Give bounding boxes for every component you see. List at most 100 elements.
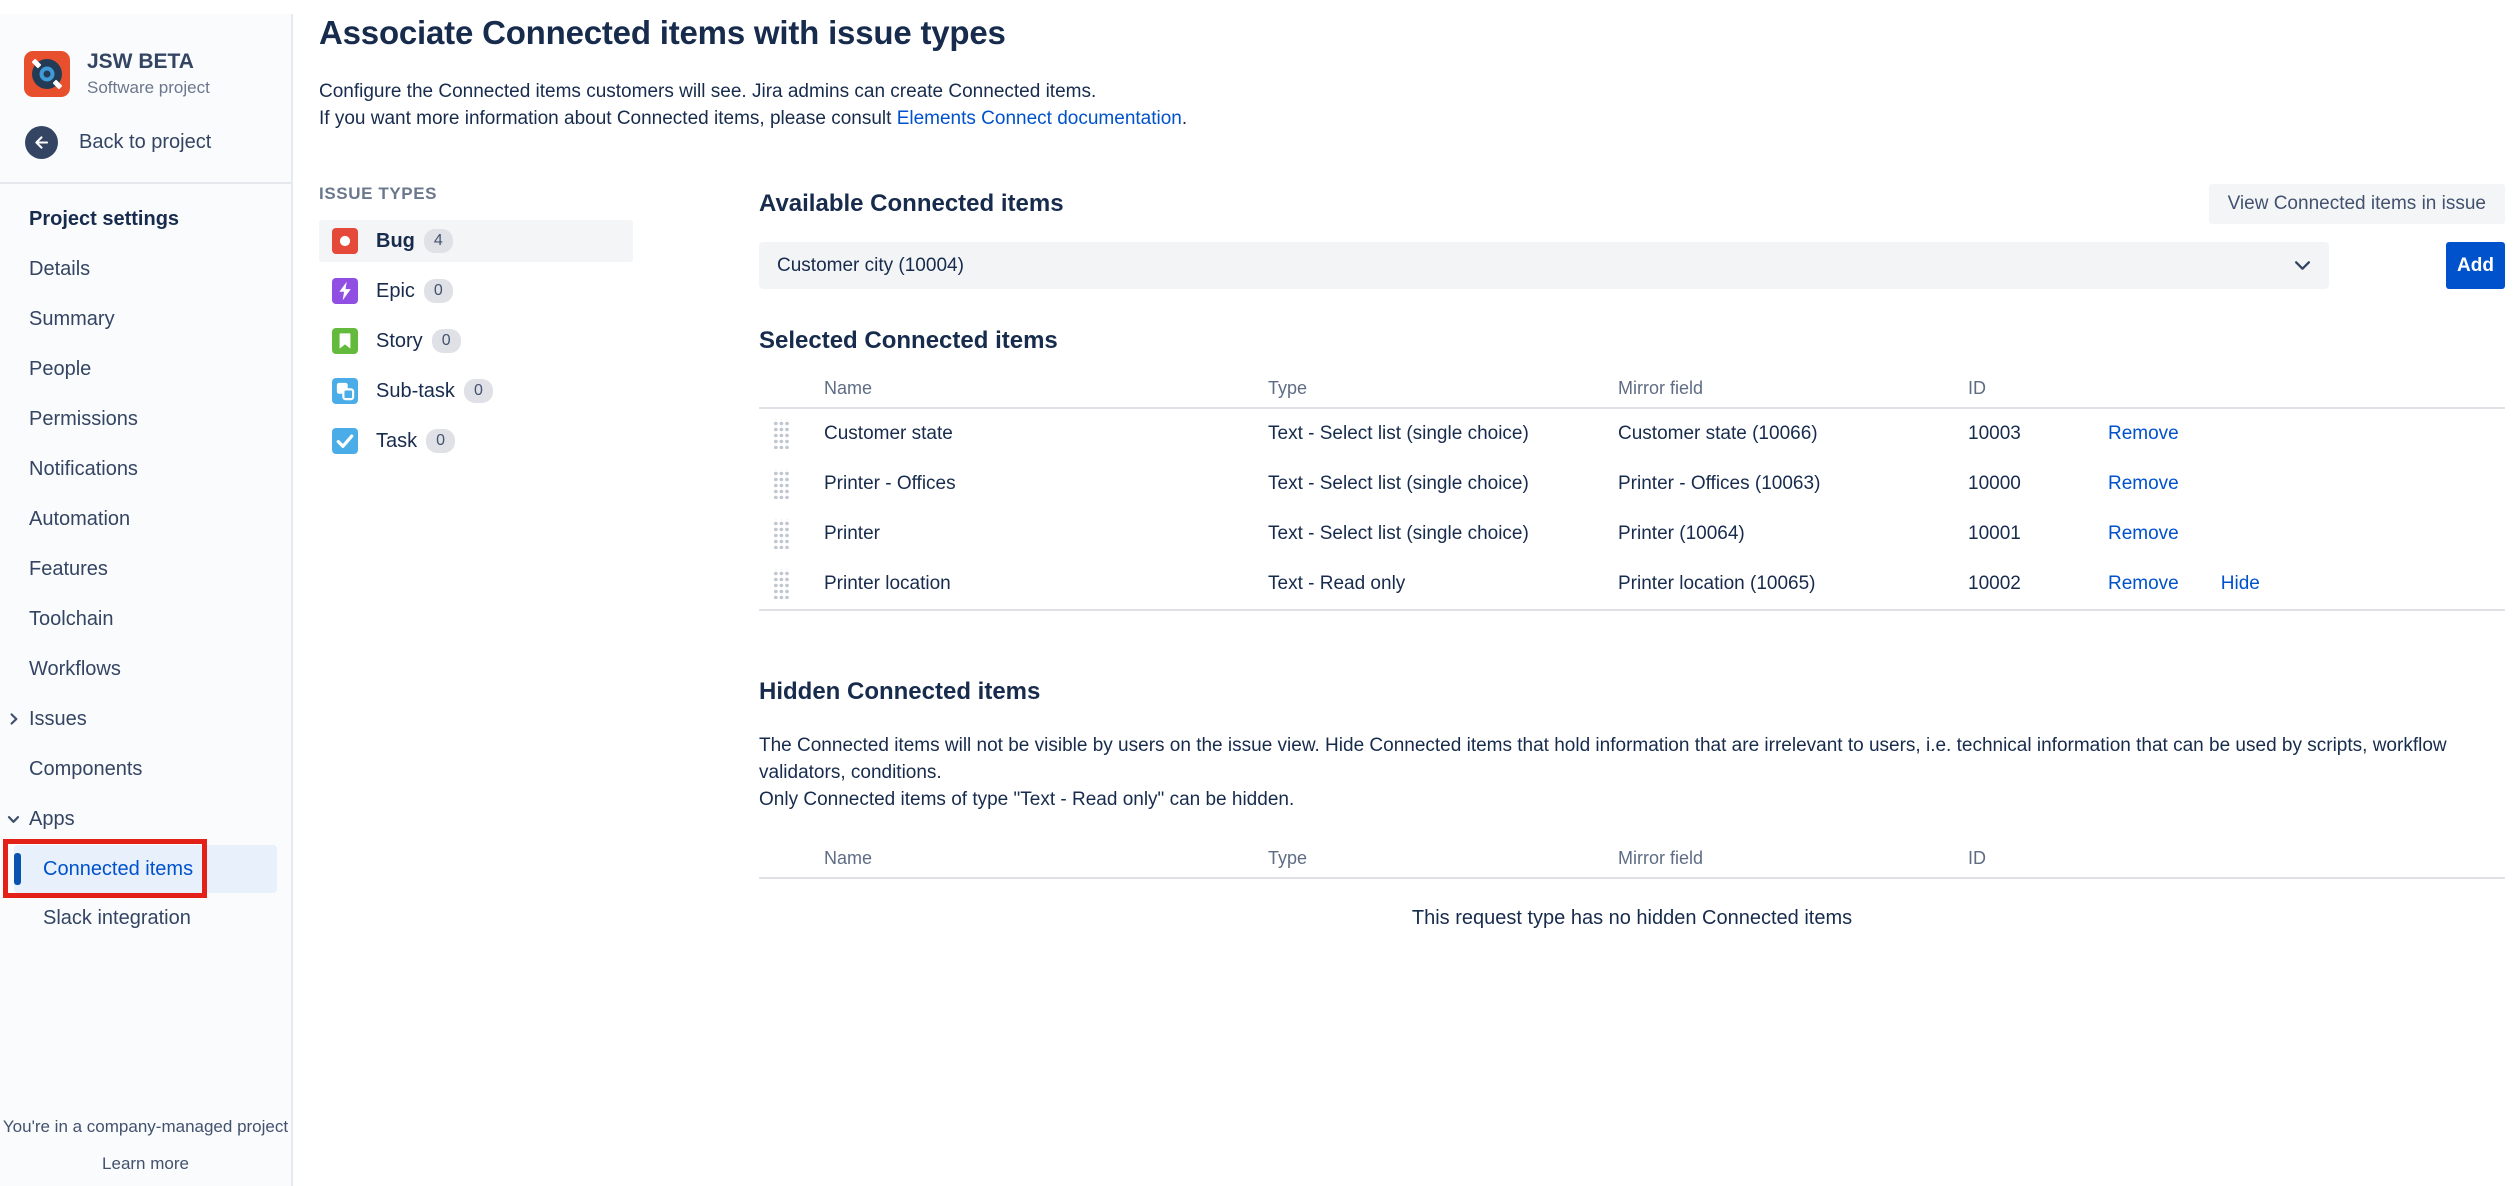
cell-mirror-field: Printer (10064)	[1618, 523, 1968, 545]
learn-more-link[interactable]: Learn more	[0, 1154, 291, 1174]
cell-id: 10001	[1968, 523, 2108, 545]
issue-type-subtask[interactable]: Sub-task 0	[319, 370, 633, 412]
issue-type-task[interactable]: Task 0	[319, 420, 633, 462]
drag-handle-icon[interactable]	[772, 569, 789, 599]
sidebar-item-apps[interactable]: Apps	[14, 794, 277, 844]
remove-link[interactable]: Remove	[2108, 473, 2179, 495]
sidebar-item-slack-integration[interactable]: Slack integration	[14, 894, 277, 942]
story-icon	[332, 328, 358, 354]
hidden-items-table: Name Type Mirror field ID This request t…	[759, 839, 2505, 930]
table-row: Printer - Offices Text - Select list (si…	[759, 459, 2505, 509]
issue-type-bug[interactable]: Bug 4	[319, 220, 633, 262]
sidebar-footer: You're in a company-managed project Lear…	[0, 1117, 291, 1174]
sidebar-item-workflows[interactable]: Workflows	[14, 644, 277, 694]
cell-type: Text - Select list (single choice)	[1268, 423, 1618, 445]
issue-types-panel: ISSUE TYPES Bug 4 Epic 0	[319, 184, 759, 930]
column-id: ID	[1968, 848, 2108, 869]
table-row: Printer Text - Select list (single choic…	[759, 509, 2505, 559]
page-title: Associate Connected items with issue typ…	[319, 14, 2505, 52]
table-header: Name Type Mirror field ID	[759, 369, 2505, 409]
issue-type-name: Task	[376, 430, 417, 453]
issue-type-name: Story	[376, 330, 423, 353]
sidebar-item-label: Apps	[29, 808, 75, 831]
remove-link[interactable]: Remove	[2108, 423, 2179, 445]
managed-project-note: You're in a company-managed project	[0, 1117, 291, 1137]
column-name: Name	[824, 378, 1268, 399]
project-type: Software project	[87, 78, 210, 98]
sidebar-item-details[interactable]: Details	[14, 244, 277, 294]
issue-type-epic[interactable]: Epic 0	[319, 270, 633, 312]
table-row: Customer state Text - Select list (singl…	[759, 409, 2505, 459]
hide-link[interactable]: Hide	[2221, 573, 2260, 595]
cell-mirror-field: Printer location (10065)	[1618, 573, 1968, 595]
drag-handle-icon[interactable]	[772, 519, 789, 549]
dropdown-selected-value: Customer city (10004)	[777, 255, 964, 277]
cell-id: 10000	[1968, 473, 2108, 495]
description-line2: If you want more information about Conne…	[319, 105, 2505, 132]
page-description: Configure the Connected items customers …	[319, 78, 2505, 132]
chevron-down-icon	[6, 812, 21, 827]
cell-id: 10003	[1968, 423, 2108, 445]
column-type: Type	[1268, 848, 1618, 869]
sidebar-item-connected-items[interactable]: Connected items	[14, 845, 277, 893]
column-id: ID	[1968, 378, 2108, 399]
elements-connect-doc-link[interactable]: Elements Connect documentation	[897, 108, 1182, 129]
sidebar-item-people[interactable]: People	[14, 344, 277, 394]
sidebar-item-label: Slack integration	[43, 907, 191, 930]
sidebar-item-summary[interactable]: Summary	[14, 294, 277, 344]
cell-name: Printer - Offices	[824, 473, 1268, 495]
column-type: Type	[1268, 378, 1618, 399]
back-to-project-button[interactable]: Back to project	[25, 126, 291, 159]
main-content: Associate Connected items with issue typ…	[293, 14, 2518, 930]
record-icon	[32, 59, 62, 89]
cell-type: Text - Select list (single choice)	[1268, 473, 1618, 495]
view-connected-items-button[interactable]: View Connected items in issue	[2209, 184, 2505, 224]
chevron-right-icon	[6, 712, 21, 727]
sidebar-item-permissions[interactable]: Permissions	[14, 394, 277, 444]
issue-types-label: ISSUE TYPES	[319, 184, 759, 204]
issue-type-story[interactable]: Story 0	[319, 320, 633, 362]
available-items-heading: Available Connected items	[759, 190, 1064, 218]
sidebar-item-automation[interactable]: Automation	[14, 494, 277, 544]
chevron-down-icon	[2294, 255, 2311, 277]
task-check-icon	[332, 428, 358, 454]
selected-items-heading: Selected Connected items	[759, 327, 2505, 355]
drag-handle-icon[interactable]	[772, 419, 789, 449]
issue-type-name: Epic	[376, 280, 415, 303]
connected-item-dropdown[interactable]: Customer city (10004)	[759, 242, 2329, 289]
empty-state-message: This request type has no hidden Connecte…	[759, 907, 2505, 930]
count-badge: 0	[432, 329, 461, 353]
cell-name: Printer location	[824, 573, 1268, 595]
subtask-icon	[332, 378, 358, 404]
selected-items-table: Name Type Mirror field ID Customer state…	[759, 369, 2505, 611]
remove-link[interactable]: Remove	[2108, 523, 2179, 545]
cell-type: Text - Read only	[1268, 573, 1618, 595]
sidebar-item-toolchain[interactable]: Toolchain	[14, 594, 277, 644]
description-line1: Configure the Connected items customers …	[319, 78, 2505, 105]
issue-type-name: Sub-task	[376, 380, 455, 403]
epic-icon	[332, 278, 358, 304]
active-indicator	[14, 853, 21, 885]
column-name: Name	[824, 848, 1268, 869]
count-badge: 0	[426, 429, 455, 453]
back-to-project-label: Back to project	[79, 131, 211, 154]
drag-handle-icon[interactable]	[772, 469, 789, 499]
cell-name: Printer	[824, 523, 1268, 545]
settings-nav: Project settings Details Summary People …	[0, 184, 291, 942]
remove-link[interactable]: Remove	[2108, 573, 2179, 595]
sidebar-item-features[interactable]: Features	[14, 544, 277, 594]
bug-icon	[332, 228, 358, 254]
cell-name: Customer state	[824, 423, 1268, 445]
sidebar-item-notifications[interactable]: Notifications	[14, 444, 277, 494]
sidebar-item-issues[interactable]: Issues	[14, 694, 277, 744]
count-badge: 0	[424, 279, 453, 303]
hidden-items-heading: Hidden Connected items	[759, 678, 2505, 706]
count-badge: 0	[464, 379, 493, 403]
project-name: JSW BETA	[87, 50, 210, 74]
issue-type-name: Bug	[376, 230, 415, 253]
project-header: JSW BETA Software project	[0, 14, 291, 98]
add-button[interactable]: Add	[2446, 242, 2505, 289]
back-arrow-icon	[25, 126, 58, 159]
sidebar-item-components[interactable]: Components	[14, 744, 277, 794]
nav-section-project-settings: Project settings	[14, 194, 277, 244]
